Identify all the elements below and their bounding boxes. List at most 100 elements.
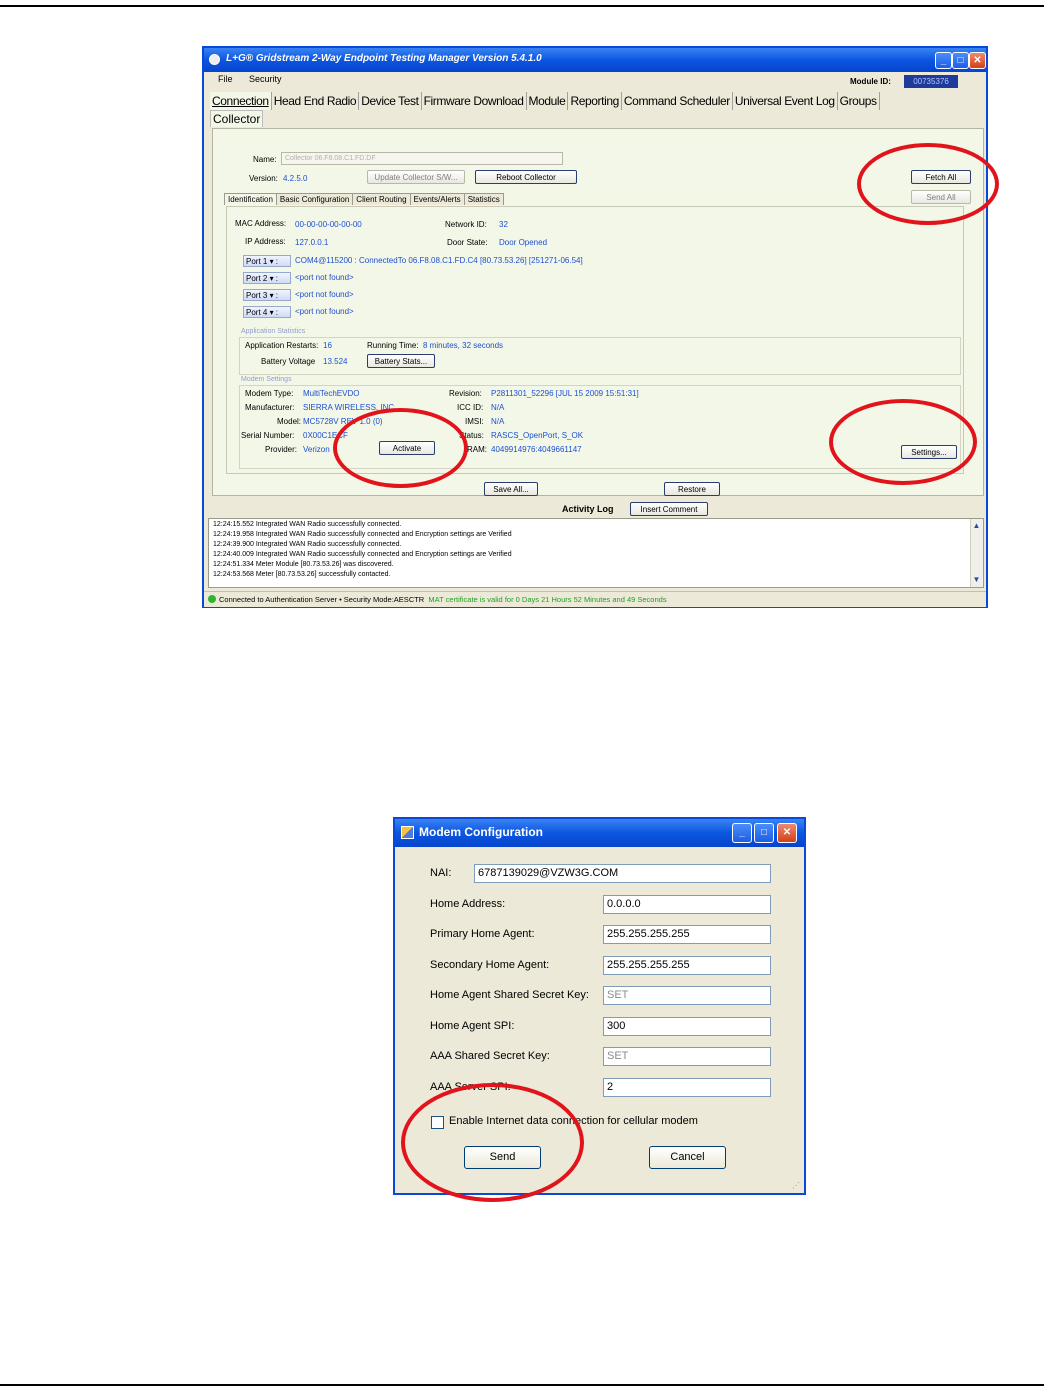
tab-reporting[interactable]: Reporting bbox=[568, 92, 622, 110]
primary-home-agent-input[interactable]: 255.255.255.255 bbox=[603, 925, 771, 944]
save-all-button[interactable]: Save All... bbox=[484, 482, 538, 496]
tab-groups[interactable]: Groups bbox=[838, 92, 880, 110]
log-scrollbar[interactable]: ▲ ▼ bbox=[970, 519, 983, 587]
subtab-events-alerts[interactable]: Events/Alerts bbox=[409, 193, 465, 205]
port-2-dropdown[interactable]: Port 2 ▾ : bbox=[243, 272, 291, 284]
running-time-label: Running Time: bbox=[367, 341, 419, 350]
ip-address-value: 127.0.0.1 bbox=[295, 238, 329, 247]
home-address-input[interactable]: 0.0.0.0 bbox=[603, 895, 771, 914]
secondary-home-agent-label: Secondary Home Agent: bbox=[430, 959, 550, 971]
home-agent-spi-input[interactable]: 300 bbox=[603, 1017, 771, 1036]
reboot-collector-button[interactable]: Reboot Collector bbox=[475, 170, 577, 184]
endpoint-testing-manager-window: L+G® Gridstream 2-Way Endpoint Testing M… bbox=[202, 46, 988, 608]
application-statistics-title: Application Statistics bbox=[241, 328, 306, 335]
tab-command-scheduler[interactable]: Command Scheduler bbox=[622, 92, 733, 110]
port-1-value: COM4@115200 : ConnectedTo 06.F8.08.C1.FD… bbox=[295, 256, 583, 265]
scroll-down-icon[interactable]: ▼ bbox=[972, 575, 981, 585]
subtab-basic-configuration[interactable]: Basic Configuration bbox=[275, 193, 354, 205]
subtab-statistics[interactable]: Statistics bbox=[463, 193, 504, 205]
status-bar-text: Connected to Authentication Server • Sec… bbox=[219, 595, 425, 604]
menu-file[interactable]: File bbox=[218, 74, 233, 84]
battery-stats-button[interactable]: Battery Stats... bbox=[367, 354, 435, 368]
highlight-ellipse-settings bbox=[829, 399, 977, 485]
application-statistics-group bbox=[239, 337, 961, 375]
battery-voltage-value: 13.524 bbox=[323, 357, 348, 366]
port-2-label: Port 2 bbox=[246, 274, 268, 283]
port-3-label: Port 3 bbox=[246, 291, 268, 300]
port-1-dropdown[interactable]: Port 1 ▾ : bbox=[243, 255, 291, 267]
name-label: Name: bbox=[253, 155, 277, 164]
manufacturer-label: Manufacturer: bbox=[245, 403, 295, 412]
revision-label: Revision: bbox=[449, 389, 482, 398]
secondary-home-agent-input[interactable]: 255.255.255.255 bbox=[603, 956, 771, 975]
dialog-minimize-icon[interactable]: _ bbox=[732, 823, 752, 843]
modem-status-value: RASCS_OpenPort, S_OK bbox=[491, 431, 584, 440]
menu-security[interactable]: Security bbox=[249, 74, 282, 84]
nai-input[interactable]: 6787139029@VZW3G.COM bbox=[474, 864, 771, 883]
tab-module[interactable]: Module bbox=[527, 92, 569, 110]
maximize-icon[interactable]: □ bbox=[952, 52, 969, 69]
resize-grip-icon[interactable]: ⋰ bbox=[792, 1181, 802, 1191]
dialog-close-icon[interactable]: ✕ bbox=[777, 823, 797, 843]
dialog-title-bar: Modem Configuration _ □ ✕ bbox=[395, 819, 804, 847]
minimize-icon[interactable]: _ bbox=[935, 52, 952, 69]
mac-address-value: 00-00-00-00-00-00 bbox=[295, 220, 362, 229]
dialog-app-icon bbox=[401, 826, 414, 839]
modem-type-label: Modem Type: bbox=[245, 389, 294, 398]
network-id-label: Network ID: bbox=[445, 220, 487, 229]
app-restarts-label: Application Restarts: bbox=[245, 341, 319, 350]
highlight-ellipse-send bbox=[401, 1083, 584, 1202]
subtab-client-routing[interactable]: Client Routing bbox=[352, 193, 411, 205]
home-agent-spi-label: Home Agent SPI: bbox=[430, 1020, 515, 1032]
model-label: Model: bbox=[277, 417, 302, 426]
revision-value: P2811301_52296 [JUL 15 2009 15:51:31] bbox=[491, 389, 639, 398]
provider-label: Provider: bbox=[265, 445, 298, 454]
battery-voltage-label: Battery Voltage bbox=[261, 357, 316, 366]
tab-universal-event-log[interactable]: Universal Event Log bbox=[733, 92, 838, 110]
port-3-value: <port not found> bbox=[295, 290, 354, 299]
aaa-server-spi-input[interactable]: 2 bbox=[603, 1078, 771, 1097]
version-value: 4.2.5.0 bbox=[283, 174, 308, 183]
tab-firmware-download[interactable]: Firmware Download bbox=[422, 92, 527, 110]
certificate-status-text: MAT certificate is valid for 0 Days 21 H… bbox=[428, 595, 667, 604]
ip-address-label: IP Address: bbox=[245, 237, 286, 246]
name-field[interactable]: Collector 06.F8.08.C1.FD.DF bbox=[281, 152, 563, 165]
close-icon[interactable]: ✕ bbox=[969, 52, 986, 69]
subtab-identification[interactable]: Identification bbox=[224, 193, 277, 205]
tab-collector[interactable]: Collector bbox=[210, 110, 264, 127]
primary-home-agent-label: Primary Home Agent: bbox=[430, 928, 535, 940]
app-icon bbox=[209, 54, 220, 65]
mac-address-label: MAC Address: bbox=[235, 219, 287, 228]
app-restarts-value: 16 bbox=[323, 341, 332, 350]
dialog-title: Modem Configuration bbox=[419, 825, 543, 839]
home-agent-shared-secret-input[interactable]: SET bbox=[603, 986, 771, 1005]
port-3-dropdown[interactable]: Port 3 ▾ : bbox=[243, 289, 291, 301]
module-id-field[interactable]: 00735376 bbox=[904, 75, 958, 88]
cancel-button[interactable]: Cancel bbox=[649, 1146, 726, 1169]
update-collector-button[interactable]: Update Collector S/W... bbox=[367, 170, 465, 184]
scroll-up-icon[interactable]: ▲ bbox=[972, 521, 981, 531]
port-1-label: Port 1 bbox=[246, 257, 268, 266]
insert-comment-button[interactable]: Insert Comment bbox=[630, 502, 708, 516]
dialog-maximize-icon[interactable]: □ bbox=[754, 823, 774, 843]
port-2-value: <port not found> bbox=[295, 273, 354, 282]
log-line: 12:24:51.334 Meter Module [80.73.53.26] … bbox=[213, 561, 394, 568]
port-4-label: Port 4 bbox=[246, 308, 268, 317]
activity-log-list[interactable]: 12:24:15.552 Integrated WAN Radio succes… bbox=[208, 518, 984, 588]
port-4-dropdown[interactable]: Port 4 ▾ : bbox=[243, 306, 291, 318]
restore-button[interactable]: Restore bbox=[664, 482, 720, 496]
tab-device-test[interactable]: Device Test bbox=[359, 92, 422, 110]
icc-id-value: N/A bbox=[491, 403, 505, 412]
connected-status-icon bbox=[208, 595, 216, 603]
tab-head-end-radio[interactable]: Head End Radio bbox=[272, 92, 360, 110]
nai-label: NAI: bbox=[430, 867, 452, 879]
top-rule bbox=[0, 5, 1044, 7]
activity-log-label: Activity Log bbox=[562, 504, 614, 514]
icc-id-label: ICC ID: bbox=[457, 403, 484, 412]
door-state-label: Door State: bbox=[447, 238, 488, 247]
aaa-shared-secret-label: AAA Shared Secret Key: bbox=[430, 1050, 550, 1062]
aaa-shared-secret-input[interactable]: SET bbox=[603, 1047, 771, 1066]
home-agent-shared-secret-label: Home Agent Shared Secret Key: bbox=[430, 989, 589, 1001]
tab-connection[interactable]: Connection bbox=[210, 92, 272, 110]
collector-subtabs: Identification Basic Configuration Client … bbox=[224, 193, 504, 205]
